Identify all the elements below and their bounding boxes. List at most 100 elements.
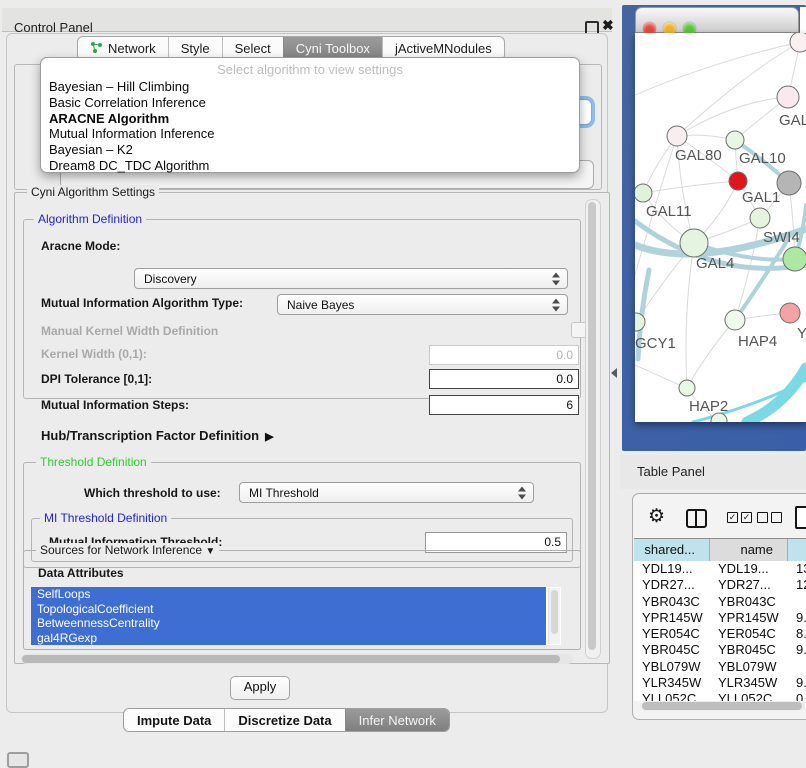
table-header: shared...nameA: [634, 538, 806, 562]
mi-steps-field[interactable]: 6: [429, 395, 579, 415]
dropdown-prompt: Select algorithm to view settings: [41, 61, 579, 79]
manual-kernel-label: Manual Kernel Width Definition: [41, 324, 218, 338]
attribute-item-gal4rgexp[interactable]: gal4RGexp: [31, 631, 546, 646]
table-cell[interactable]: YDL19...: [634, 561, 710, 577]
network-node-hap2[interactable]: [679, 380, 695, 396]
table-cell[interactable]: [788, 659, 806, 675]
tab-label: Select: [235, 41, 271, 56]
attribute-item-topologicalcoefficient[interactable]: TopologicalCoefficient: [31, 602, 546, 617]
table-cell[interactable]: YDL19...: [710, 561, 788, 577]
select-all-checks-icon[interactable]: ✓✓: [727, 512, 752, 523]
table-row[interactable]: YBR045CYBR045C9.: [634, 642, 806, 658]
export-table-icon[interactable]: [795, 506, 806, 529]
network-node-gal80[interactable]: [667, 126, 687, 146]
deselect-all-checks-icon[interactable]: [757, 512, 782, 523]
attribute-item-selfloops[interactable]: SelfLoops: [31, 587, 546, 602]
sources-title-row[interactable]: Sources for Network Inference ▼: [36, 543, 219, 559]
data-attributes-list[interactable]: SelfLoopsTopologicalCoefficientBetweenne…: [31, 587, 561, 645]
table-cell[interactable]: YLR345W: [710, 675, 788, 691]
aracne-mode-combo[interactable]: Discovery: [134, 268, 568, 289]
panel-divider-arrow[interactable]: [611, 368, 617, 378]
network-node-red[interactable]: [729, 172, 747, 190]
node-label-gal80: GAL80: [675, 147, 722, 164]
table-horizontal-scrollbar[interactable]: [640, 701, 806, 711]
group-title: Algorithm Definition: [34, 212, 146, 226]
network-window-titlebar[interactable]: [635, 7, 799, 33]
aracne-mode-value: Discovery: [144, 272, 197, 286]
list-scrollbar[interactable]: [548, 588, 560, 644]
horizontal-scrollbar[interactable]: [21, 654, 573, 664]
table-row[interactable]: YBL079WYBL079W: [634, 659, 806, 675]
table-cell[interactable]: 9.: [788, 610, 806, 626]
table-cell[interactable]: YDR27...: [710, 577, 788, 593]
tab-infer-network[interactable]: Infer Network: [345, 709, 449, 731]
dropdown-item-basic-correlation-inference[interactable]: Basic Correlation Inference: [41, 95, 579, 111]
table-cell[interactable]: 9.: [788, 675, 806, 691]
dropdown-item-bayesian-hill-climbing[interactable]: Bayesian – Hill Climbing: [41, 79, 579, 95]
table-row[interactable]: YBR043CYBR043C: [634, 594, 806, 610]
columns-icon[interactable]: [686, 509, 707, 528]
table-row[interactable]: YLL052CYLL052C0.: [634, 691, 806, 701]
close-icon[interactable]: ✖: [602, 17, 614, 34]
table-cell[interactable]: YBR045C: [634, 642, 710, 658]
dropdown-item-dream8-dc-tdc-algorithm[interactable]: Dream8 DC_TDC Algorithm: [41, 158, 579, 174]
table-cell[interactable]: YLR345W: [634, 675, 710, 691]
table-cell[interactable]: YDR27...: [634, 577, 710, 593]
which-threshold-combo[interactable]: MI Threshold: [239, 482, 534, 503]
column-header-a[interactable]: A: [788, 539, 806, 561]
table-row[interactable]: YPR145WYPR145W9.: [634, 610, 806, 626]
table-cell[interactable]: 12: [788, 577, 806, 593]
table-cell[interactable]: 13: [788, 561, 806, 577]
stepper-arrows-icon: [552, 272, 561, 285]
table-row[interactable]: YDR27...YDR27...12: [634, 577, 806, 593]
table-cell[interactable]: YLL052C: [634, 691, 710, 701]
table-cell[interactable]: YPR145W: [710, 610, 788, 626]
dropdown-item-mutual-information-inference[interactable]: Mutual Information Inference: [41, 126, 579, 142]
dropdown-item-aracne-algorithm[interactable]: ARACNE Algorithm: [41, 111, 579, 127]
table-row[interactable]: YLR345WYLR345W9.: [634, 675, 806, 691]
network-canvas[interactable]: GALGAL80GAL10GAL1GAL11SWI4GAL4GCY1HAP4YH…: [635, 33, 806, 422]
table-cell[interactable]: YPR145W: [634, 610, 710, 626]
hub-definition-toggle[interactable]: Hub/Transcription Factor Definition▶: [41, 428, 274, 443]
network-node-hap4[interactable]: [725, 310, 745, 330]
tab-label: Network: [108, 41, 156, 56]
apply-button[interactable]: Apply: [230, 676, 290, 700]
table-cell[interactable]: YBR045C: [710, 642, 788, 658]
table-cell[interactable]: YBR043C: [634, 594, 710, 610]
network-node-salmon[interactable]: [780, 303, 800, 323]
gear-icon[interactable]: ⚙: [648, 505, 665, 528]
table-cell[interactable]: [788, 594, 806, 610]
network-node-swi4[interactable]: [783, 247, 806, 271]
attribute-item-betweennesscentrality[interactable]: BetweennessCentrality: [31, 616, 546, 631]
network-node-top[interactable]: [790, 33, 806, 52]
tab-discretize-data[interactable]: Discretize Data: [224, 709, 344, 731]
node-label-gal10: GAL10: [739, 150, 786, 167]
table-cell[interactable]: YER054C: [634, 626, 710, 642]
table-cell[interactable]: YBL079W: [710, 659, 788, 675]
aracne-mode-label: Aracne Mode:: [41, 239, 120, 253]
vertical-scrollbar[interactable]: [585, 199, 601, 659]
column-header-name[interactable]: name: [710, 539, 788, 561]
table-cell[interactable]: YLL052C: [710, 691, 788, 701]
network-node-gal1[interactable]: [750, 208, 770, 228]
network-node-gray[interactable]: [777, 171, 801, 195]
table-row[interactable]: YDL19...YDL19...13: [634, 561, 806, 577]
network-node-gal11[interactable]: [635, 184, 652, 202]
tab-impute-data[interactable]: Impute Data: [124, 709, 224, 731]
kernel-width-field[interactable]: 0.0: [429, 345, 579, 365]
network-node-gal10[interactable]: [726, 131, 744, 149]
table-cell[interactable]: YBR043C: [710, 594, 788, 610]
network-node-gal4[interactable]: [680, 229, 708, 257]
table-cell[interactable]: 9.: [788, 642, 806, 658]
column-header-shared[interactable]: shared...: [634, 539, 710, 561]
table-cell[interactable]: YER054C: [710, 626, 788, 642]
table-cell[interactable]: YBL079W: [634, 659, 710, 675]
network-node-gal[interactable]: [777, 86, 799, 108]
table-row[interactable]: YER054CYER054C8.: [634, 626, 806, 642]
dpi-tolerance-field[interactable]: 0.0: [429, 369, 579, 389]
table-cell[interactable]: 8.: [788, 626, 806, 642]
dropdown-item-bayesian-k2[interactable]: Bayesian – K2: [41, 142, 579, 158]
stepper-arrows-icon: [518, 486, 527, 499]
mi-type-combo[interactable]: Naive Bayes: [277, 294, 568, 315]
table-cell[interactable]: 0.: [788, 691, 806, 701]
